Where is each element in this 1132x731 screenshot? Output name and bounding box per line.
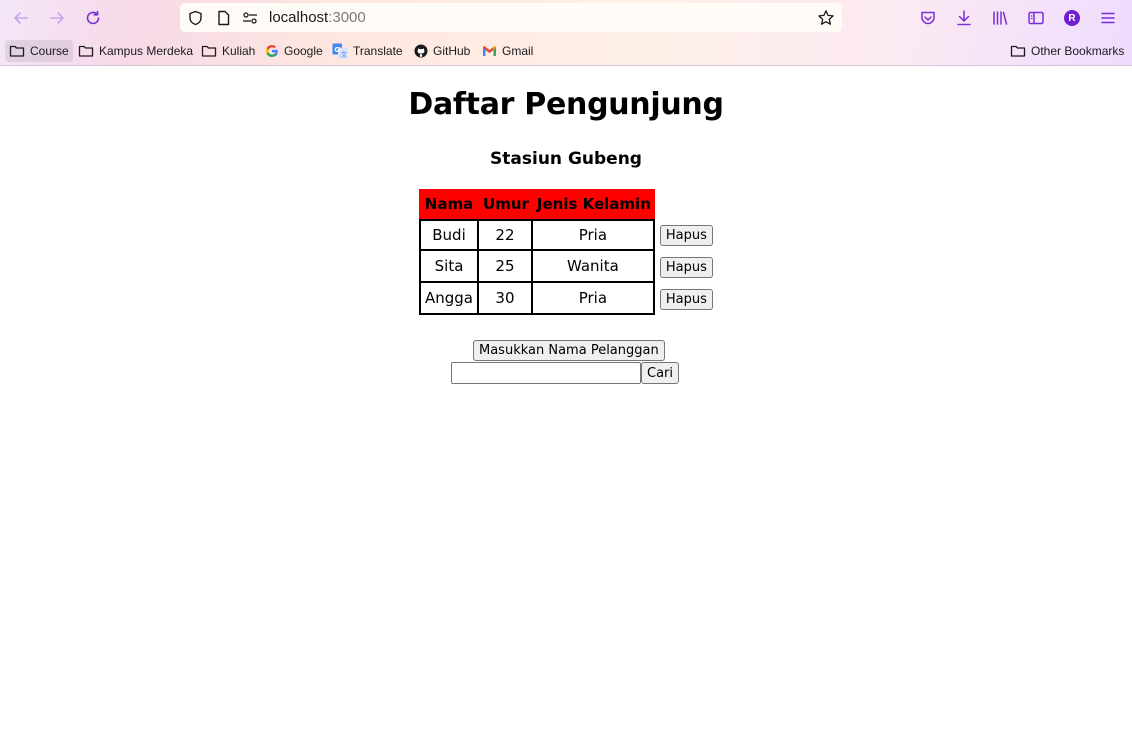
downloads-button[interactable]: [954, 8, 974, 28]
github-icon: [414, 44, 428, 58]
svg-text:G: G: [334, 46, 340, 54]
cell-nama: Sita: [419, 251, 480, 283]
library-icon: [993, 11, 1008, 25]
gmail-icon: [483, 46, 496, 56]
search-input[interactable]: [451, 362, 641, 384]
delete-button[interactable]: Hapus: [659, 288, 713, 310]
cell-jenis-kelamin: Pria: [532, 219, 655, 251]
folder-icon: [78, 45, 94, 57]
bookmark-github[interactable]: GitHub: [410, 40, 474, 62]
sidebar-button[interactable]: [1026, 8, 1046, 28]
bookmark-course[interactable]: Course: [5, 40, 73, 62]
cell-jenis-kelamin: Wanita: [532, 251, 655, 283]
cell-nama: Angga: [419, 283, 480, 315]
google-icon: [265, 44, 278, 58]
delete-button[interactable]: Hapus: [659, 224, 713, 246]
page-content: Daftar Pengunjung Stasiun Gubeng Nama Um…: [0, 66, 1132, 731]
bookmark-kampus-merdeka[interactable]: Kampus Merdeka: [74, 40, 197, 62]
pocket-icon: [921, 11, 935, 25]
back-button[interactable]: [9, 6, 33, 30]
cell-action: Hapus: [655, 251, 717, 283]
url-host: localhost: [269, 9, 329, 26]
sidebar-icon: [1028, 11, 1044, 25]
browser-toolbar: localhost:3000 R Course Kampus Merdeka K…: [0, 0, 1132, 66]
forward-button[interactable]: [45, 6, 69, 30]
page-subtitle: Stasiun Gubeng: [490, 149, 642, 169]
forward-arrow-icon: [50, 12, 64, 24]
url-port: :3000: [328, 9, 366, 26]
cell-jenis-kelamin: Pria: [532, 283, 655, 315]
library-button[interactable]: [990, 8, 1010, 28]
account-button[interactable]: R: [1062, 8, 1082, 28]
column-header-nama: Nama: [419, 189, 480, 219]
other-bookmarks[interactable]: Other Bookmarks: [1006, 40, 1128, 62]
table-row: Budi 22 Pria Hapus: [419, 219, 717, 251]
bookmark-kuliah[interactable]: Kuliah: [197, 40, 259, 62]
visitor-table: Nama Umur Jenis Kelamin Budi 22 Pria Hap…: [419, 189, 717, 315]
avatar: R: [1064, 10, 1080, 26]
bookmarks-toolbar: Course Kampus Merdeka Kuliah Google G 文 …: [0, 38, 1132, 63]
cell-umur: 22: [479, 219, 533, 251]
permissions-icon[interactable]: [242, 10, 258, 26]
pocket-button[interactable]: [918, 8, 938, 28]
cell-action: Hapus: [655, 283, 717, 315]
bookmark-translate[interactable]: G 文 Translate: [328, 40, 407, 62]
translate-icon: G 文: [332, 43, 348, 59]
column-header-jenis-kelamin: Jenis Kelamin: [532, 189, 655, 219]
add-customer-button[interactable]: Masukkan Nama Pelanggan: [473, 340, 665, 361]
back-arrow-icon: [14, 12, 28, 24]
cell-umur: 30: [479, 283, 533, 315]
url-text[interactable]: localhost:3000: [269, 9, 366, 26]
app-menu-button[interactable]: [1098, 8, 1118, 28]
bookmark-label: Google: [284, 44, 323, 58]
bookmark-label: Gmail: [502, 44, 534, 58]
search-button[interactable]: Cari: [641, 362, 679, 384]
table-header-row: Nama Umur Jenis Kelamin: [419, 189, 717, 219]
bookmark-label: Kuliah: [222, 44, 256, 58]
page-title: Daftar Pengunjung: [408, 87, 724, 122]
cell-nama: Budi: [419, 219, 480, 251]
reload-icon: [86, 10, 100, 25]
table-row: Angga 30 Pria Hapus: [419, 283, 717, 315]
bookmark-label: Kampus Merdeka: [99, 44, 194, 58]
bookmark-label: Translate: [353, 44, 403, 58]
bookmark-label: Course: [30, 44, 69, 58]
cell-action: Hapus: [655, 219, 717, 251]
download-icon: [957, 10, 971, 26]
svg-text:文: 文: [341, 50, 348, 59]
bookmark-google[interactable]: Google: [261, 40, 327, 62]
delete-button[interactable]: Hapus: [659, 256, 713, 278]
bookmark-label: Other Bookmarks: [1031, 44, 1125, 58]
column-header-umur: Umur: [479, 189, 533, 219]
folder-icon: [1010, 45, 1026, 57]
reload-button[interactable]: [81, 6, 105, 30]
shield-icon[interactable]: [187, 10, 203, 26]
cell-umur: 25: [479, 251, 533, 283]
bookmark-gmail[interactable]: Gmail: [478, 40, 537, 62]
folder-icon: [201, 45, 217, 57]
table-row: Sita 25 Wanita Hapus: [419, 251, 717, 283]
address-bar[interactable]: localhost:3000: [180, 3, 842, 32]
hamburger-menu-icon: [1101, 12, 1115, 24]
bookmark-label: GitHub: [433, 44, 471, 58]
folder-icon: [9, 45, 25, 57]
page-icon[interactable]: [215, 10, 231, 26]
bookmark-star-icon[interactable]: [817, 9, 835, 27]
